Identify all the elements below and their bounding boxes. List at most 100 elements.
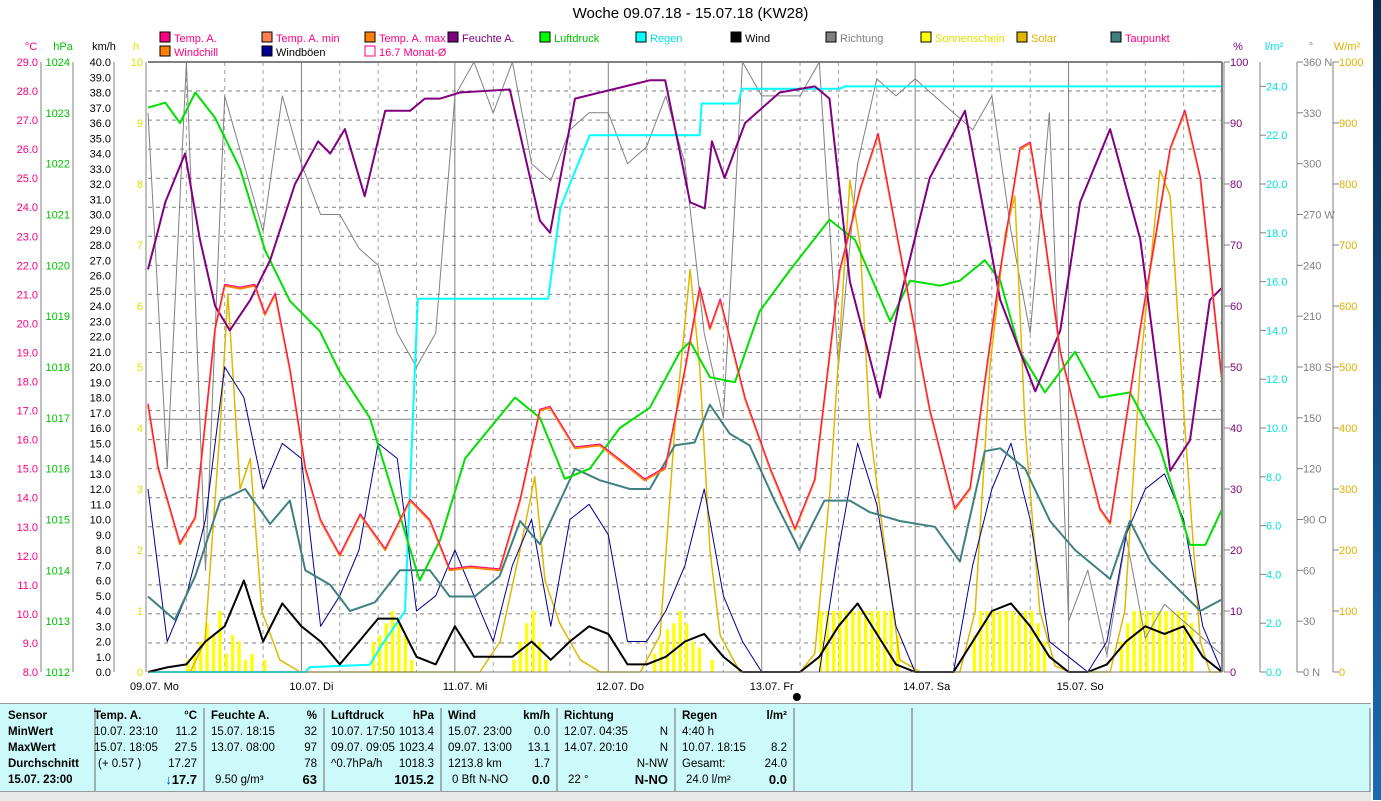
tick-label-wind: 20.0 — [90, 362, 111, 374]
tick-label-wind: 19.0 — [90, 377, 111, 389]
tick-label-wind: 7.0 — [96, 560, 111, 572]
desktop-background — [1373, 0, 1381, 800]
tick-label-temp: 17.0 — [17, 406, 38, 418]
tick-label-press: 1021 — [46, 210, 70, 222]
tick-label-rain: 22.0 — [1266, 130, 1287, 142]
tick-label-hum: 30 — [1230, 484, 1242, 496]
legend-label: Solar — [1031, 33, 1057, 45]
sunshine-bar — [1151, 611, 1155, 672]
legend-label: Windchill — [174, 47, 218, 59]
tick-label-temp: 11.0 — [17, 580, 38, 592]
wind-min-value: 0.0 — [534, 726, 550, 738]
tick-label-temp: 8.0 — [23, 667, 38, 679]
sunshine-bar — [691, 641, 695, 672]
sunshine-bar — [1126, 623, 1130, 672]
tick-label-dir: 210 — [1303, 311, 1321, 323]
hum-avg-value: 78 — [304, 758, 317, 770]
tick-label-temp: 9.0 — [23, 638, 38, 650]
min-label: MinWert — [8, 726, 54, 738]
day-label: 15.07. So — [1057, 681, 1104, 693]
tick-label-sun: 9 — [137, 118, 143, 130]
hum-min-time: 15.07. 18:15 — [211, 726, 275, 738]
tick-label-temp: 28.0 — [17, 86, 38, 98]
max-label: MaxWert — [8, 742, 56, 754]
sunshine-bar — [525, 623, 529, 672]
tick-label-solar: 900 — [1339, 118, 1357, 130]
tick-label-temp: 29.0 — [17, 57, 38, 69]
legend-swatch — [1110, 31, 1122, 43]
legend-swatch — [364, 45, 376, 57]
tick-label-wind: 26.0 — [90, 271, 111, 283]
tick-label-wind: 6.0 — [96, 576, 111, 588]
tick-label-wind: 23.0 — [90, 316, 111, 328]
hum-unit: % — [306, 710, 317, 722]
tick-label-wind: 22.0 — [90, 332, 111, 344]
sunshine-bar — [224, 653, 228, 672]
sunshine-bar — [665, 629, 670, 672]
legend-label: Luftdruck — [554, 33, 600, 45]
tick-label-hum: 40 — [1230, 423, 1242, 435]
sunshine-bar — [876, 611, 881, 672]
sunshine-bar — [518, 641, 523, 672]
legend-swatch — [825, 31, 837, 43]
sunshine-bar — [1170, 611, 1175, 672]
tick-label-wind: 25.0 — [90, 286, 111, 298]
tick-label-temp: 22.0 — [17, 260, 38, 272]
dir-now-value: N-NO — [634, 772, 668, 787]
tick-label-hum: 50 — [1230, 362, 1242, 374]
tick-label-press: 1013 — [46, 616, 70, 628]
tick-label-hum: 60 — [1230, 301, 1242, 313]
tick-label-sun: 6 — [137, 301, 143, 313]
tick-label-temp: 19.0 — [17, 347, 38, 359]
axis-unit-rain: l/m² — [1265, 41, 1284, 53]
tick-label-solar: 400 — [1339, 423, 1357, 435]
wind-avg-value: 1.7 — [534, 758, 550, 770]
col-hum: Feuchte A.% 15.07. 18:15 32 13.07. 08:00 9… — [205, 708, 325, 792]
day-label: 12.07. Do — [596, 681, 644, 693]
sunshine-bar — [1030, 611, 1034, 672]
tick-label-press: 1014 — [46, 565, 70, 577]
tick-label-dir: 240 — [1303, 260, 1321, 272]
legend-label: Temp. A. min — [276, 33, 340, 45]
tick-label-wind: 29.0 — [90, 225, 111, 237]
legend-label: Richtung — [840, 33, 883, 45]
tick-label-temp: 10.0 — [17, 609, 38, 621]
temp-header: Temp. A. — [94, 710, 142, 722]
sunshine-bar — [1183, 611, 1187, 672]
tick-label-wind: 18.0 — [90, 393, 111, 405]
hum-now-value: 63 — [302, 772, 317, 787]
axis-unit-solar: W/m² — [1334, 41, 1361, 53]
axis-unit-dir: ° — [1309, 41, 1313, 53]
temp-min-time: 10.07. 23:10 — [94, 726, 158, 738]
tick-label-wind: 4.0 — [96, 606, 111, 618]
tick-label-hum: 10 — [1230, 606, 1242, 618]
tick-label-press: 1020 — [46, 260, 70, 272]
avg-label: Durchschnitt — [8, 758, 79, 770]
col-sensor: Sensor MinWert MaxWert Durchschnitt 15.0… — [0, 708, 96, 792]
sunshine-bar — [1158, 611, 1162, 672]
tick-label-sun: 1 — [137, 606, 143, 618]
tick-label-rain: 18.0 — [1266, 228, 1287, 240]
tick-label-wind: 16.0 — [90, 423, 111, 435]
sunshine-bar — [659, 641, 663, 672]
legend-swatch — [1016, 31, 1028, 43]
legend-label: Regen — [650, 33, 682, 45]
temp-unit: °C — [184, 710, 197, 722]
tick-label-sun: 3 — [137, 484, 143, 496]
legend-label: Windböen — [276, 47, 326, 59]
tick-label-wind: 38.0 — [90, 88, 111, 100]
legend-swatch — [635, 31, 647, 43]
col-rain: Regen l/m² 4:40 h 10.07. 18:15 8.2 Gesamt:… — [676, 708, 795, 792]
tick-label-hum: 70 — [1230, 240, 1242, 252]
current-time-marker — [792, 693, 801, 701]
legend-label: 16.7 Monat-Ø — [379, 47, 447, 59]
axis-unit-sun: h — [133, 41, 139, 53]
tick-label-wind: 9.0 — [96, 530, 111, 542]
tick-label-solar: 200 — [1339, 545, 1357, 557]
tick-label-rain: 4.0 — [1266, 569, 1281, 581]
tick-label-press: 1019 — [46, 311, 70, 323]
temp-now-value: 17.7 — [171, 772, 197, 787]
tick-label-temp: 23.0 — [17, 231, 38, 243]
tick-label-wind: 40.0 — [90, 57, 111, 69]
tick-label-wind: 17.0 — [90, 408, 111, 420]
